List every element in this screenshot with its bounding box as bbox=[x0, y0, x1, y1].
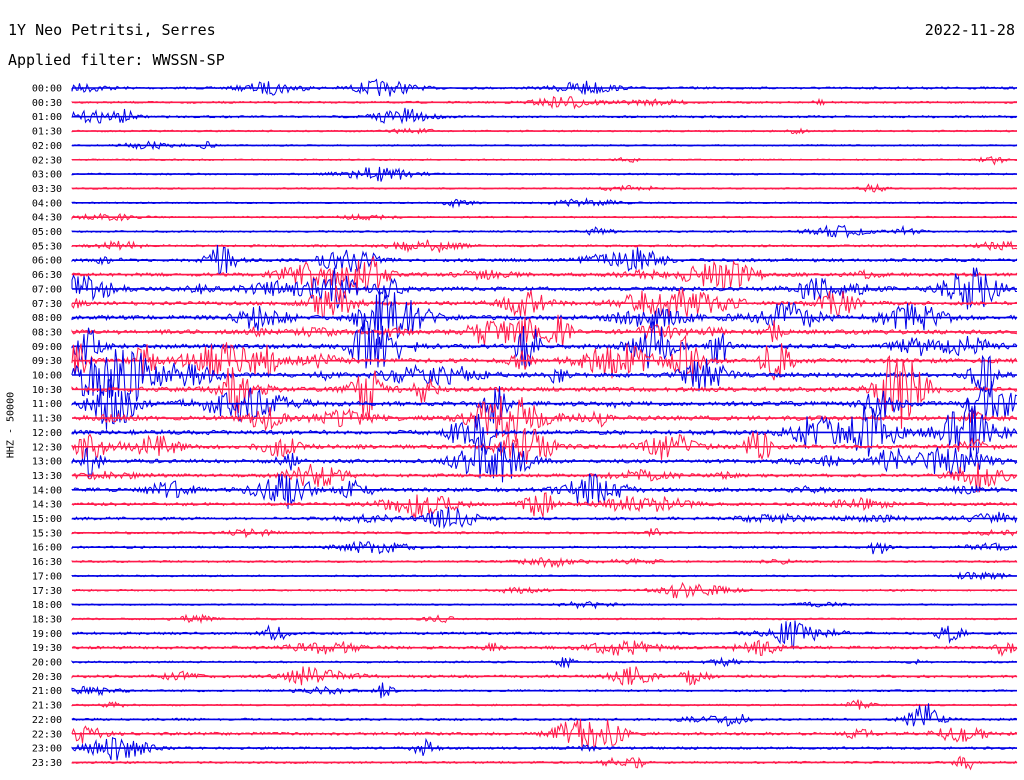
trace-line bbox=[71, 703, 1018, 727]
row-time-label: 20:00 bbox=[32, 658, 62, 669]
row-time-label: 08:30 bbox=[32, 327, 62, 338]
row-time-label: 09:00 bbox=[32, 342, 62, 353]
row-time-label: 10:30 bbox=[32, 385, 62, 396]
row-time-label: 03:00 bbox=[32, 170, 62, 181]
row-time-label: 08:00 bbox=[32, 313, 62, 324]
trace-line bbox=[71, 736, 1018, 761]
trace-line bbox=[71, 556, 1018, 569]
row-time-label: 22:30 bbox=[32, 729, 62, 740]
row-time-label: 02:00 bbox=[32, 141, 62, 152]
row-time-label: 11:30 bbox=[32, 414, 62, 425]
row-time-label: 00:30 bbox=[32, 98, 62, 109]
row-time-label: 15:30 bbox=[32, 528, 62, 539]
row-time-label: 12:30 bbox=[32, 442, 62, 453]
row-time-label: 12:00 bbox=[32, 428, 62, 439]
row-time-label: 16:00 bbox=[32, 543, 62, 554]
row-time-label: 01:30 bbox=[32, 127, 62, 138]
trace-line bbox=[71, 349, 1018, 406]
row-time-label: 16:30 bbox=[32, 557, 62, 568]
row-time-label: 02:30 bbox=[32, 155, 62, 166]
helicorder-panel: 1Y Neo Petritsi, Serres 2022-11-28 Appli… bbox=[0, 0, 1024, 780]
row-time-label: 13:30 bbox=[32, 471, 62, 482]
seismogram-plot: 00:00 00:30 01:00 01:30 02:00 02:30 03:00 03:30… bbox=[32, 78, 1018, 771]
row-time-label: 15:00 bbox=[32, 514, 62, 525]
row-time-label: 09:30 bbox=[32, 356, 62, 367]
row-time-label: 01:00 bbox=[32, 112, 62, 123]
row-time-label: 18:30 bbox=[32, 614, 62, 625]
row-time-label: 18:00 bbox=[32, 600, 62, 611]
trace-line bbox=[71, 244, 1018, 275]
row-time-label: 00:00 bbox=[32, 84, 62, 95]
row-time-label: 17:00 bbox=[32, 571, 62, 582]
row-time-label: 23:30 bbox=[32, 758, 62, 769]
row-time-label: 19:00 bbox=[32, 629, 62, 640]
row-time-label: 19:30 bbox=[32, 643, 62, 654]
row-time-label: 10:00 bbox=[32, 371, 62, 382]
row-time-label: 05:00 bbox=[32, 227, 62, 238]
row-time-label: 22:00 bbox=[32, 715, 62, 726]
row-time-label: 14:00 bbox=[32, 485, 62, 496]
trace-line bbox=[71, 288, 1018, 345]
trace-line bbox=[71, 492, 1018, 519]
trace-line bbox=[71, 620, 1018, 650]
row-time-label: 14:30 bbox=[32, 500, 62, 511]
row-time-label: 06:30 bbox=[32, 270, 62, 281]
row-time-label: 03:30 bbox=[32, 184, 62, 195]
row-time-label: 05:30 bbox=[32, 241, 62, 252]
row-time-label: 06:00 bbox=[32, 256, 62, 267]
row-time-label: 04:00 bbox=[32, 198, 62, 209]
row-time-label: 04:30 bbox=[32, 213, 62, 224]
row-time-label: 20:30 bbox=[32, 672, 62, 683]
trace-line bbox=[71, 107, 1018, 125]
row-time-label: 07:30 bbox=[32, 299, 62, 310]
row-time-label: 13:00 bbox=[32, 457, 62, 468]
row-time-label: 21:00 bbox=[32, 686, 62, 697]
row-time-label: 21:30 bbox=[32, 701, 62, 712]
row-time-label: 23:00 bbox=[32, 744, 62, 755]
trace-line bbox=[71, 506, 1018, 530]
row-time-label: 07:00 bbox=[32, 284, 62, 295]
row-time-label: 17:30 bbox=[32, 586, 62, 597]
row-time-label: 11:00 bbox=[32, 399, 62, 410]
